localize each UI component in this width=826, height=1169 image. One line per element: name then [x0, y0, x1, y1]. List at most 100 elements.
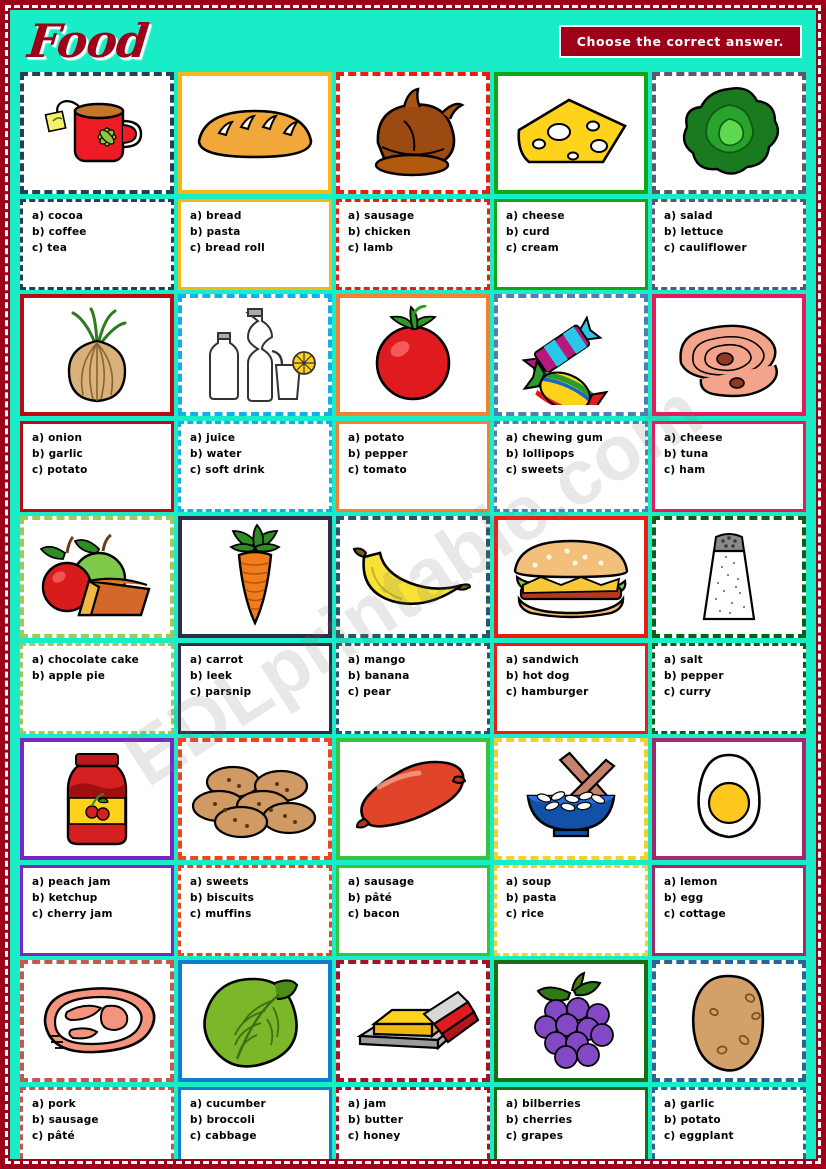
- answer-option[interactable]: b) egg: [664, 891, 797, 907]
- answer-option[interactable]: c) bread roll: [190, 241, 323, 257]
- answer-option[interactable]: a) carrot: [190, 653, 323, 669]
- answer-option[interactable]: c) hamburger: [506, 685, 639, 701]
- answer-options: a) cucumber b) broccoli c) cabbage: [178, 1087, 332, 1159]
- pork-steak-icon: [33, 978, 161, 1064]
- answer-option[interactable]: a) salt: [664, 653, 797, 669]
- answer-option[interactable]: b) banana: [348, 669, 481, 685]
- answer-option[interactable]: a) jam: [348, 1097, 481, 1113]
- exercise-item: a) sausage b) pâté c) bacon: [336, 738, 490, 956]
- answer-option[interactable]: c) potato: [32, 463, 165, 479]
- answer-options: a) carrot b) leek c) parsnip: [178, 643, 332, 734]
- answer-option[interactable]: b) potato: [664, 1113, 797, 1129]
- picture-card: [336, 516, 490, 638]
- answer-option[interactable]: b) leek: [190, 669, 323, 685]
- answer-option[interactable]: a) salad: [664, 209, 797, 225]
- answer-option[interactable]: b) curd: [506, 225, 639, 241]
- answer-option[interactable]: a) soup: [506, 875, 639, 891]
- answer-option[interactable]: b) water: [190, 447, 323, 463]
- answer-option[interactable]: a) lemon: [664, 875, 797, 891]
- answer-option[interactable]: b) lollipops: [506, 447, 639, 463]
- roast-chicken-icon: [352, 81, 474, 185]
- answer-option[interactable]: c) pâté: [32, 1129, 165, 1145]
- answer-option[interactable]: b) tuna: [664, 447, 797, 463]
- answer-option[interactable]: c) lamb: [348, 241, 481, 257]
- picture-card: [494, 738, 648, 860]
- exercise-item: a) potato b) pepper c) tomato: [336, 294, 490, 512]
- answer-option[interactable]: b) broccoli: [190, 1113, 323, 1129]
- answer-option[interactable]: c) muffins: [190, 907, 323, 923]
- picture-card: [178, 516, 332, 638]
- cabbage-icon: [199, 971, 311, 1071]
- answer-option[interactable]: b) ketchup: [32, 891, 165, 907]
- answer-option[interactable]: c) pear: [348, 685, 481, 701]
- answer-option[interactable]: a) chocolate cake: [32, 653, 165, 669]
- answer-option[interactable]: c) tea: [32, 241, 165, 257]
- answer-options: a) bilberries b) cherries c) grapes: [494, 1087, 648, 1159]
- answer-option[interactable]: a) peach jam: [32, 875, 165, 891]
- answer-option[interactable]: c) soft drink: [190, 463, 323, 479]
- answer-option[interactable]: c) cream: [506, 241, 639, 257]
- answer-option[interactable]: a) cocoa: [32, 209, 165, 225]
- answer-option[interactable]: b) hot dog: [506, 669, 639, 685]
- answer-option[interactable]: a) chewing gum: [506, 431, 639, 447]
- answer-option[interactable]: a) cheese: [664, 431, 797, 447]
- answer-option[interactable]: a) mango: [348, 653, 481, 669]
- answer-option[interactable]: b) apple pie: [32, 669, 165, 685]
- exercise-item: a) salad b) lettuce c) cauliflower: [652, 72, 806, 290]
- answer-option[interactable]: c) rice: [506, 907, 639, 923]
- answer-option[interactable]: a) bilberries: [506, 1097, 639, 1113]
- answer-option[interactable]: b) garlic: [32, 447, 165, 463]
- exercise-item: a) garlic b) potato c) eggplant: [652, 960, 806, 1159]
- answer-option[interactable]: b) coffee: [32, 225, 165, 241]
- picture-card: [20, 72, 174, 194]
- answer-option[interactable]: b) biscuits: [190, 891, 323, 907]
- answer-option[interactable]: b) pasta: [506, 891, 639, 907]
- exercise-item: a) bread b) pasta c) bread roll: [178, 72, 332, 290]
- answer-option[interactable]: c) curry: [664, 685, 797, 701]
- answer-option[interactable]: b) pepper: [664, 669, 797, 685]
- answer-option[interactable]: a) pork: [32, 1097, 165, 1113]
- answer-option[interactable]: c) sweets: [506, 463, 639, 479]
- potato-icon: [680, 968, 778, 1074]
- answer-option[interactable]: c) honey: [348, 1129, 481, 1145]
- answer-option[interactable]: b) cherries: [506, 1113, 639, 1129]
- answer-option[interactable]: a) cheese: [506, 209, 639, 225]
- exercise-item: a) chewing gum b) lollipops c) sweets: [494, 294, 648, 512]
- answer-option[interactable]: a) sandwich: [506, 653, 639, 669]
- answer-option[interactable]: c) tomato: [348, 463, 481, 479]
- answer-option[interactable]: a) sausage: [348, 209, 481, 225]
- answer-option[interactable]: a) bread: [190, 209, 323, 225]
- answer-option[interactable]: c) cherry jam: [32, 907, 165, 923]
- answer-option[interactable]: b) chicken: [348, 225, 481, 241]
- tomato-icon: [358, 305, 468, 405]
- exercise-item: a) cheese b) tuna c) ham: [652, 294, 806, 512]
- ham-slices-icon: [667, 309, 791, 401]
- answer-option[interactable]: c) cabbage: [190, 1129, 323, 1145]
- answer-option[interactable]: a) juice: [190, 431, 323, 447]
- answer-option[interactable]: a) garlic: [664, 1097, 797, 1113]
- picture-card: [652, 516, 806, 638]
- answer-option[interactable]: a) potato: [348, 431, 481, 447]
- answer-option[interactable]: a) sausage: [348, 875, 481, 891]
- picture-card: [494, 72, 648, 194]
- answer-option[interactable]: c) ham: [664, 463, 797, 479]
- exercise-item: a) salt b) pepper c) curry: [652, 516, 806, 734]
- answer-option[interactable]: c) cottage: [664, 907, 797, 923]
- answer-option[interactable]: c) cauliflower: [664, 241, 797, 257]
- answer-option[interactable]: c) bacon: [348, 907, 481, 923]
- answer-option[interactable]: c) grapes: [506, 1129, 639, 1145]
- answer-option[interactable]: b) sausage: [32, 1113, 165, 1129]
- answer-option[interactable]: c) eggplant: [664, 1129, 797, 1145]
- answer-option[interactable]: b) pasta: [190, 225, 323, 241]
- answer-option[interactable]: a) cucumber: [190, 1097, 323, 1113]
- answer-option[interactable]: b) butter: [348, 1113, 481, 1129]
- answer-options: a) mango b) banana c) pear: [336, 643, 490, 734]
- answer-options: a) bread b) pasta c) bread roll: [178, 199, 332, 290]
- apple-pie-icon: [33, 531, 161, 623]
- answer-option[interactable]: b) pepper: [348, 447, 481, 463]
- answer-option[interactable]: c) parsnip: [190, 685, 323, 701]
- answer-option[interactable]: b) pâté: [348, 891, 481, 907]
- answer-option[interactable]: b) lettuce: [664, 225, 797, 241]
- answer-option[interactable]: a) sweets: [190, 875, 323, 891]
- answer-option[interactable]: a) onion: [32, 431, 165, 447]
